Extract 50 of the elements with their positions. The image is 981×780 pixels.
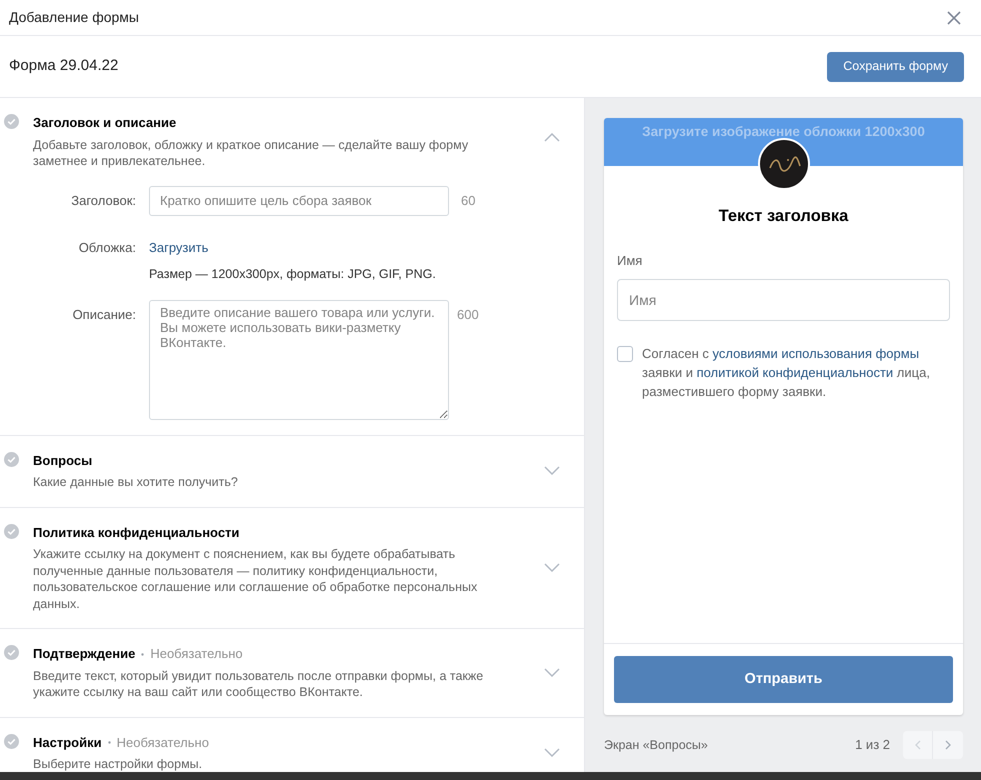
field-label: Заголовок:	[70, 192, 137, 210]
window-title: Добавление формы	[9, 8, 139, 27]
section-description: Выберите настройки формы.	[33, 756, 204, 773]
cover-hint: Загрузите изображение обложки 1200x300	[642, 123, 925, 141]
section-description: Какие данные вы хотите получить?	[33, 474, 239, 491]
consent-link[interactable]: условиями использования формы	[712, 346, 920, 362]
character-limit: 600	[457, 306, 479, 324]
chevron-right-icon	[945, 740, 951, 750]
dot-icon	[108, 741, 111, 744]
section-description: Введите текст, который увидит пользователь после отправки формы, а также укажите ссылку на ваш сайт или сообщество ВКонтакте.	[33, 668, 484, 701]
chevron-up-icon[interactable]	[544, 133, 560, 142]
upload-link[interactable]: Загрузить	[149, 238, 208, 257]
optional-label: Необязательно	[150, 645, 243, 664]
cover-format-hint: Размер — 1200x300px, форматы: JPG, GIF, PNG.	[149, 266, 436, 283]
description-input[interactable]: Введите описание вашего товара или услуги. Вы можете использовать вики-разметку ВКонтакте.	[149, 300, 449, 420]
consent-text: Согласен с условиями использования формы заявки и политикой конфиденциальности лица, разместившего форму заявки.	[642, 345, 931, 402]
section-title[interactable]: Настройки	[33, 732, 102, 752]
name-input[interactable]: Имя	[617, 279, 950, 322]
dot-icon	[141, 652, 144, 656]
check-circle-icon	[4, 524, 19, 539]
consent-link[interactable]: политикой конфиденциальности	[696, 365, 894, 380]
section-title[interactable]: Политика конфиденциальности	[33, 522, 240, 542]
check-circle-icon	[4, 452, 19, 467]
close-icon[interactable]	[947, 10, 961, 24]
form-name: Форма 29.04.22	[9, 56, 118, 76]
submit-button[interactable]: Отправить	[614, 656, 953, 703]
chevron-down-icon[interactable]	[544, 748, 560, 758]
chevron-down-icon[interactable]	[544, 668, 560, 677]
title-input[interactable]: Кратко опишите цель сбора заявок	[149, 186, 449, 216]
save-button[interactable]: Сохранить форму	[827, 52, 964, 82]
chevron-down-icon[interactable]	[544, 563, 560, 572]
section-title[interactable]: Вопросы	[33, 450, 92, 470]
optional-label: Необязательно	[116, 734, 209, 752]
section-title[interactable]: Подтверждение	[33, 644, 136, 664]
check-circle-icon	[4, 114, 19, 129]
screen-label: Экран «Вопросы»	[604, 736, 708, 754]
field-label: Описание:	[72, 306, 137, 324]
field-label: Имя	[617, 252, 644, 270]
check-circle-icon	[4, 645, 19, 660]
preview-heading: Текст заголовка	[718, 206, 850, 227]
field-label: Обложка:	[78, 238, 137, 256]
consent-checkbox[interactable]	[617, 346, 633, 362]
chevron-down-icon[interactable]	[544, 466, 560, 476]
check-circle-icon	[4, 734, 19, 749]
page-counter: 1 из 2	[855, 736, 890, 754]
section-description: Укажите ссылку на документ с пояснением, как вы будете обрабатывать полученные данные пользователя — политику конфиденциальности, пользовательское соглашение или соглашение об обработке персональных данных.	[33, 546, 478, 612]
section-description: Добавьте заголовок, обложку и краткое описание — сделайте вашу форму заметнее и привлекательнее.	[33, 136, 470, 170]
section-title[interactable]: Заголовок и описание	[33, 113, 176, 132]
chevron-left-icon	[914, 740, 920, 750]
character-limit: 60	[461, 192, 476, 210]
